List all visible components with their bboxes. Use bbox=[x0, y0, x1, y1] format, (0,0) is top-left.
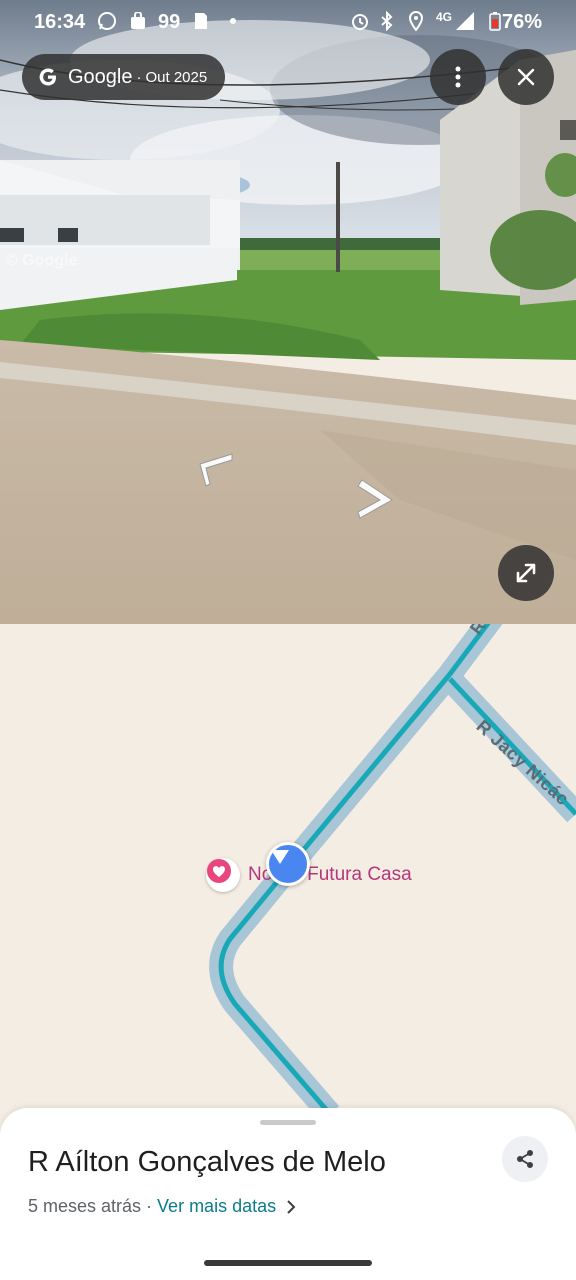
map-view[interactable]: R G R Jacy Nicác Nossa Futura Casa bbox=[0, 624, 576, 1114]
signal-icon bbox=[454, 10, 476, 32]
dot-icon bbox=[222, 10, 244, 32]
drag-handle[interactable] bbox=[260, 1120, 316, 1125]
imagery-meta: 5 meses atrás · Ver mais datas bbox=[28, 1196, 296, 1217]
more-dates-link[interactable]: Ver mais datas bbox=[157, 1196, 276, 1217]
sim-card-icon bbox=[190, 10, 212, 32]
shopping-bag-icon bbox=[127, 10, 149, 32]
close-button[interactable] bbox=[498, 49, 554, 105]
imagery-age: 5 meses atrás bbox=[28, 1196, 142, 1216]
whatsapp-icon bbox=[96, 10, 118, 32]
google-brand: Google bbox=[68, 65, 133, 88]
share-icon bbox=[517, 1150, 533, 1168]
chevron-right-icon[interactable] bbox=[286, 1199, 296, 1214]
street-title: R Aílton Gonçalves de Melo bbox=[28, 1146, 386, 1178]
nav-arrow-right-icon[interactable] bbox=[354, 478, 398, 522]
bottom-sheet[interactable]: R Aílton Gonçalves de Melo 5 meses atrás… bbox=[0, 1108, 576, 1280]
alarm-icon bbox=[349, 10, 371, 32]
close-icon bbox=[517, 68, 535, 86]
saved-place-pin[interactable] bbox=[206, 858, 240, 892]
current-view-marker bbox=[266, 842, 310, 886]
imagery-date-chip[interactable]: Google · Out 2025 bbox=[22, 54, 226, 100]
more-options-button[interactable] bbox=[430, 49, 486, 105]
imagery-date: Out 2025 bbox=[145, 68, 208, 86]
heart-icon bbox=[207, 859, 231, 883]
more-vert-icon bbox=[455, 66, 461, 88]
meta-separator: · bbox=[146, 1196, 153, 1216]
location-icon bbox=[405, 10, 427, 32]
expand-icon bbox=[516, 563, 536, 583]
status-bar: 16:34 99 4G 76% bbox=[0, 0, 576, 44]
google-g-icon bbox=[39, 68, 56, 86]
date-separator: · bbox=[136, 68, 142, 86]
expand-button[interactable] bbox=[498, 545, 554, 601]
google-watermark: © Google bbox=[6, 252, 78, 269]
bluetooth-icon bbox=[376, 10, 398, 32]
share-button[interactable] bbox=[502, 1136, 548, 1182]
battery-percent: 76% bbox=[501, 11, 542, 33]
status-time: 16:34 bbox=[34, 11, 86, 33]
gesture-navigation-bar[interactable] bbox=[204, 1260, 372, 1266]
nav-arrow-left-icon[interactable] bbox=[192, 450, 236, 490]
network-type: 4G bbox=[436, 10, 453, 24]
direction-cone-icon bbox=[271, 850, 289, 864]
notification-99-icon: 99 bbox=[158, 11, 181, 33]
